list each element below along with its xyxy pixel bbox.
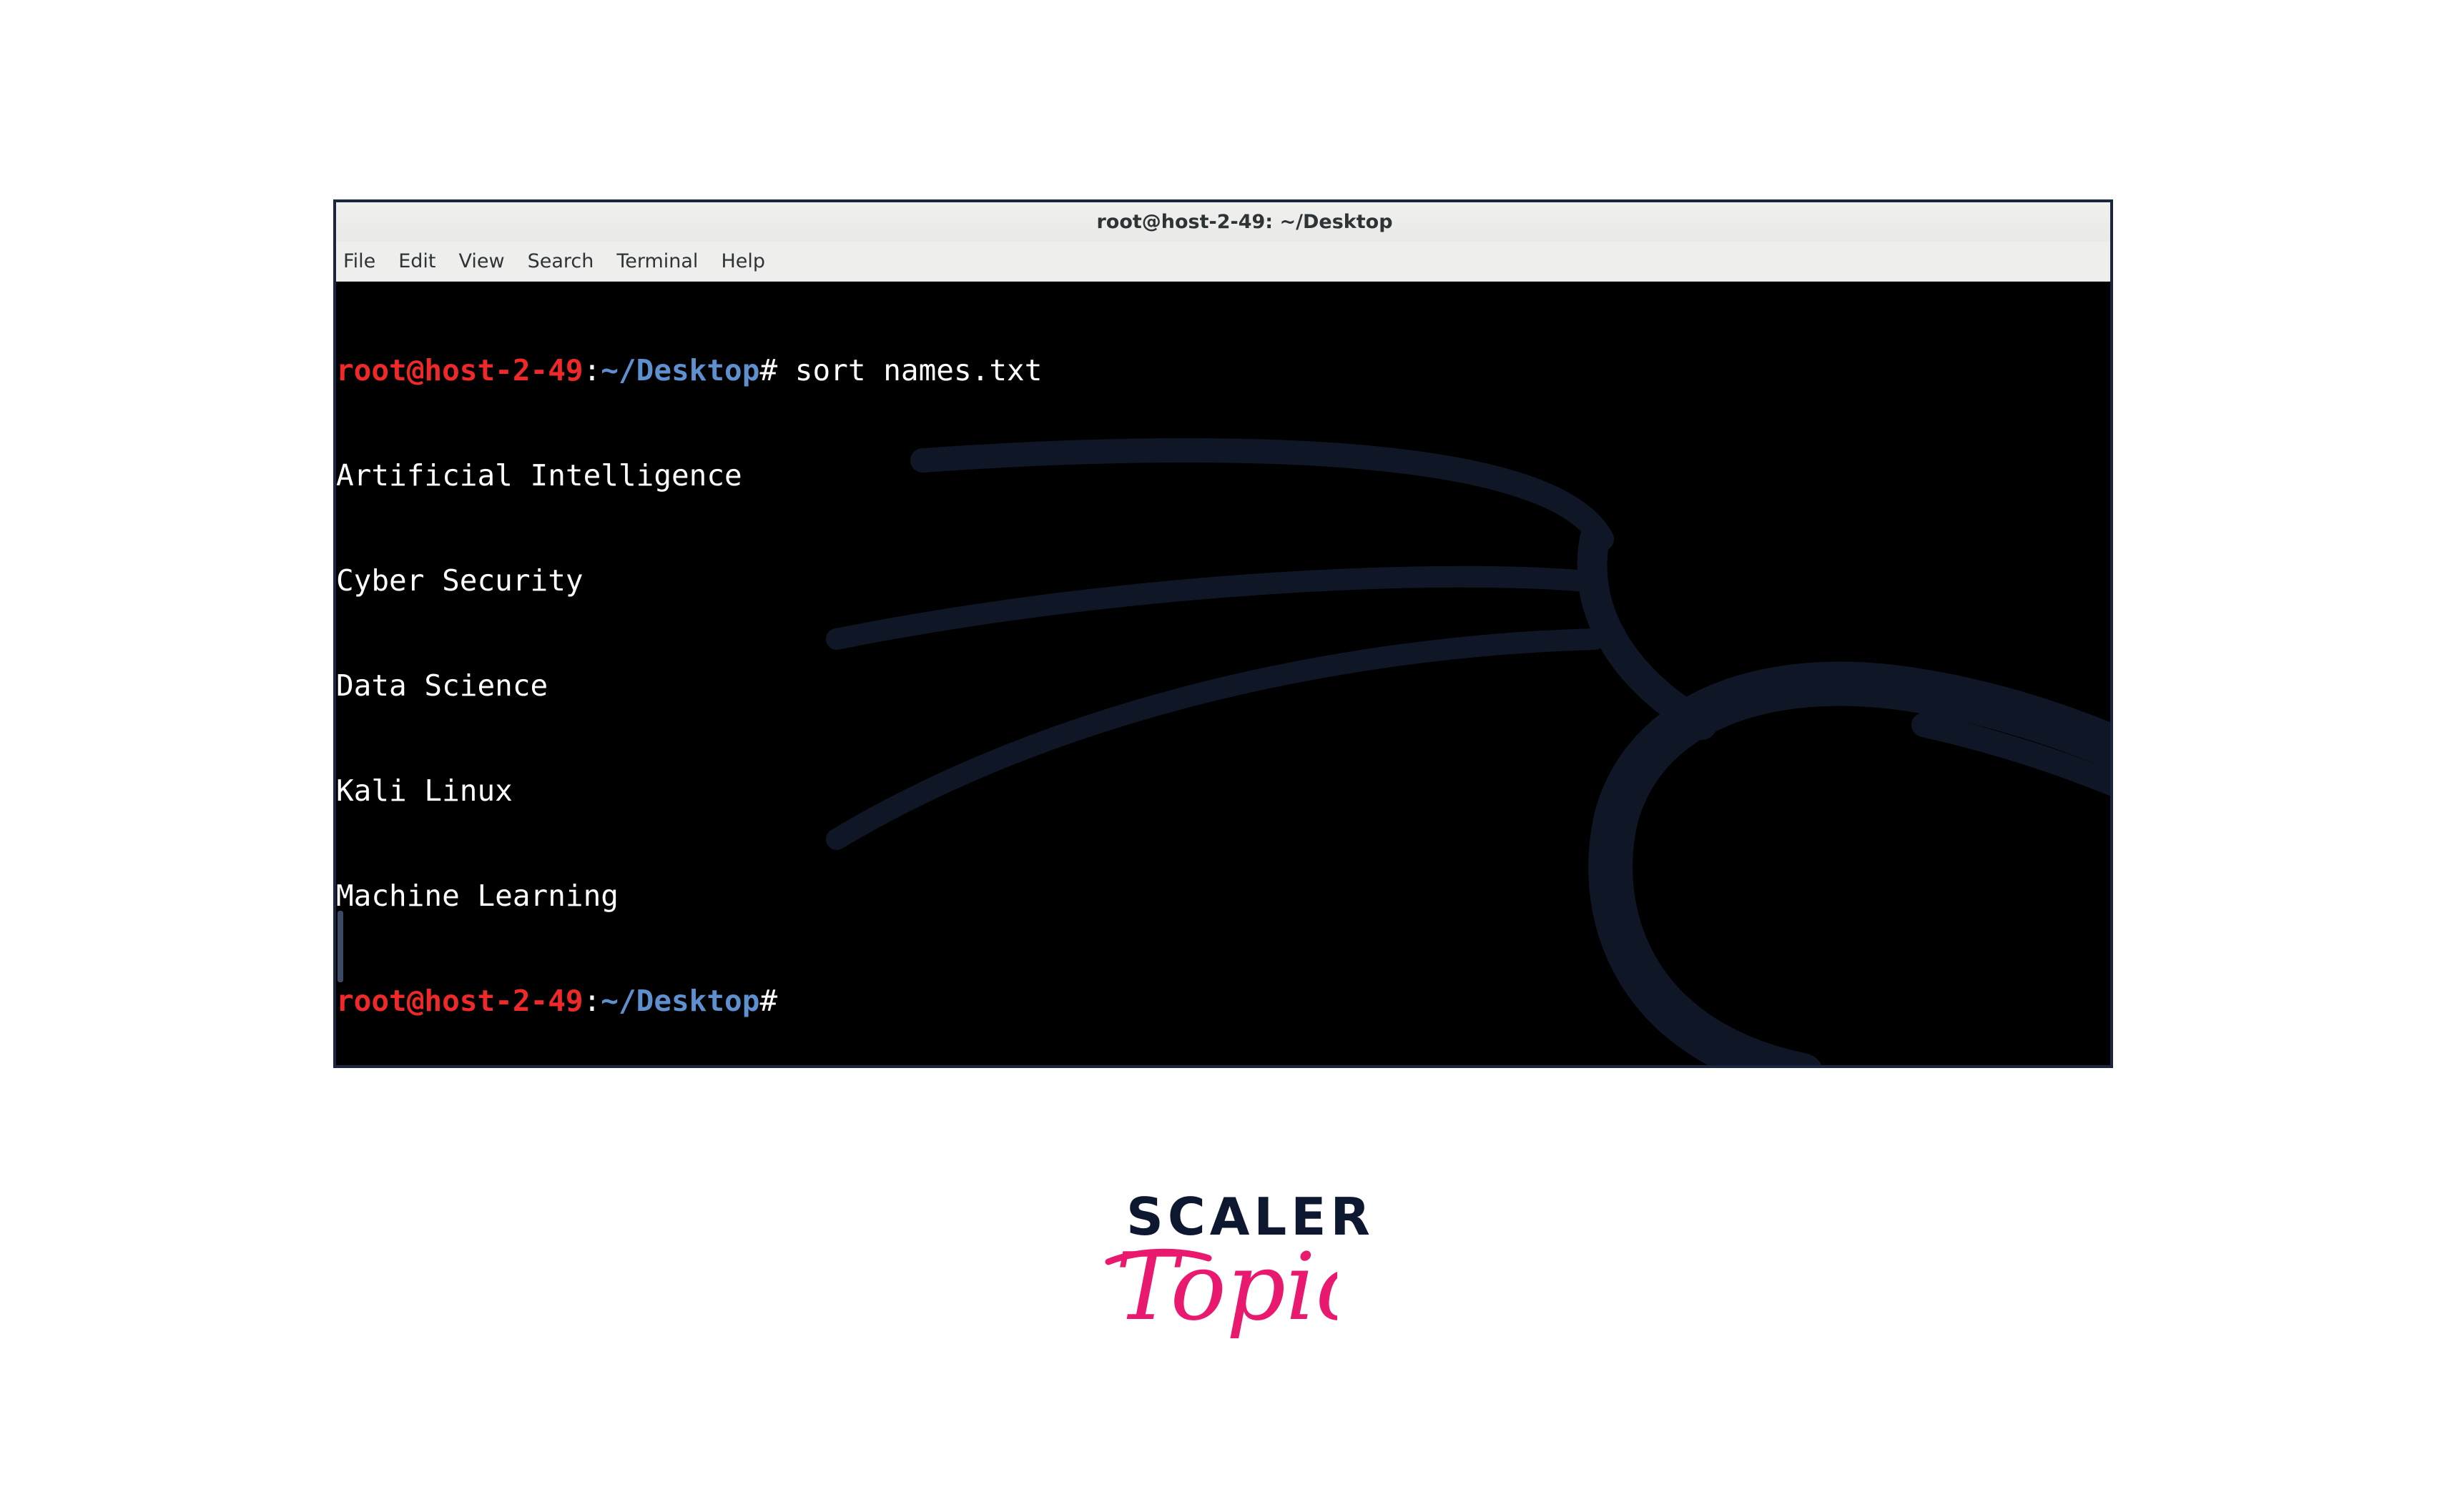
menu-bar: File Edit View Search Terminal Help (336, 242, 2110, 282)
prompt-separator: : (583, 984, 601, 1018)
logo-topics-script: Topics (1105, 1233, 1337, 1341)
prompt-hash: # (759, 353, 778, 387)
output-line: Data Science (336, 668, 548, 703)
output-line: Cyber Security (336, 563, 584, 598)
command-text: sort names.txt (777, 353, 1043, 387)
terminal-body[interactable]: root@host-2-49:~/Desktop# sort names.txt… (336, 282, 2110, 1065)
output-line: Artificial Intelligence (336, 458, 742, 493)
menu-view[interactable]: View (458, 250, 504, 272)
prompt-path: ~/Desktop (601, 353, 760, 387)
prompt-path: ~/Desktop (601, 984, 760, 1018)
scaler-topics-logo: SCALER Topics (1101, 1187, 1370, 1373)
menu-file[interactable]: File (343, 250, 375, 272)
prompt-line: root@host-2-49:~/Desktop# sort names.txt (336, 353, 1042, 388)
prompt-user-host: root@host-2-49 (336, 353, 584, 387)
window-title: root@host-2-49: ~/Desktop (1096, 211, 1393, 233)
prompt-user-host: root@host-2-49 (336, 984, 584, 1018)
terminal-output: root@host-2-49:~/Desktop# sort names.txt… (336, 283, 1042, 1065)
resize-handle[interactable] (338, 911, 343, 982)
page: root@host-2-49: ~/Desktop File Edit View… (0, 0, 2437, 1512)
menu-edit[interactable]: Edit (398, 250, 435, 272)
menu-help[interactable]: Help (721, 250, 765, 272)
prompt-hash: # (759, 984, 778, 1018)
terminal-window: root@host-2-49: ~/Desktop File Edit View… (333, 199, 2113, 1068)
menu-terminal[interactable]: Terminal (616, 250, 698, 272)
output-line: Kali Linux (336, 774, 513, 808)
prompt-separator: : (583, 353, 601, 387)
prompt-line: root@host-2-49:~/Desktop# (336, 984, 1042, 1019)
output-line: Machine Learning (336, 879, 619, 913)
menu-search[interactable]: Search (528, 250, 594, 272)
title-bar[interactable]: root@host-2-49: ~/Desktop (336, 202, 2110, 242)
